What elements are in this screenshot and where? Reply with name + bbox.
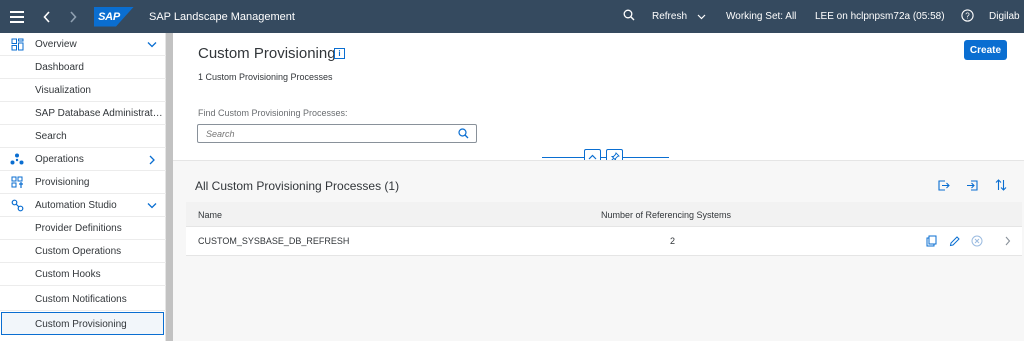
chevron-down-icon[interactable] xyxy=(147,40,157,51)
search-field[interactable] xyxy=(197,124,477,143)
main-content: Custom Provisioning i Create 1 Custom Pr… xyxy=(173,33,1024,341)
sidebar-item-custom-notifications[interactable]: Custom Notifications xyxy=(0,288,166,311)
chevron-right-icon[interactable] xyxy=(147,155,157,168)
sidebar-item-label: SAP Database Administrati... xyxy=(35,108,163,119)
sidebar-item-label: Custom Hooks xyxy=(35,269,101,280)
menu-icon[interactable] xyxy=(0,0,34,33)
cell-referencing-systems: 2 xyxy=(670,236,676,246)
sidebar-item-label: Dashboard xyxy=(35,62,84,73)
edit-icon[interactable] xyxy=(948,235,960,247)
app-title: SAP Landscape Management xyxy=(149,10,295,23)
tenant-label[interactable]: Digilab xyxy=(989,11,1020,22)
sidebar-item-provider-definitions[interactable]: Provider Definitions xyxy=(0,217,166,240)
cell-name: CUSTOM_SYSBASE_DB_REFRESH xyxy=(198,236,350,246)
sort-icon[interactable] xyxy=(994,178,1008,192)
sidebar-item-label: Custom Notifications xyxy=(35,294,127,305)
sidebar-item-label: Visualization xyxy=(35,85,91,96)
delete-icon[interactable] xyxy=(971,235,983,247)
sidebar-item-automation-studio[interactable]: Automation Studio xyxy=(0,194,166,217)
info-icon[interactable]: i xyxy=(334,48,345,59)
user-session-info[interactable]: LEE on hclpnpsm72a (05:58) xyxy=(815,11,945,22)
provisioning-icon xyxy=(10,176,24,189)
chevron-down-icon[interactable] xyxy=(147,201,157,212)
column-header-name[interactable]: Name xyxy=(198,210,222,220)
table-section: All Custom Provisioning Processes (1) Na… xyxy=(173,160,1024,341)
search-icon[interactable] xyxy=(458,128,469,142)
sidebar-item-dashboard[interactable]: Dashboard xyxy=(0,56,166,79)
svg-text:?: ? xyxy=(965,12,970,21)
sidebar-item-visualization[interactable]: Visualization xyxy=(0,79,166,102)
help-icon[interactable]: ? xyxy=(961,9,974,25)
sidebar-item-label: Custom Operations xyxy=(35,246,122,257)
sidebar-item-custom-operations[interactable]: Custom Operations xyxy=(0,240,166,263)
copy-icon[interactable] xyxy=(925,235,937,247)
sidebar-item-custom-hooks[interactable]: Custom Hooks xyxy=(0,263,166,286)
sidebar-item-provisioning[interactable]: Provisioning xyxy=(0,171,166,194)
process-count: 1 Custom Provisioning Processes xyxy=(198,72,333,82)
page-title: Custom Provisioning xyxy=(198,45,336,62)
create-button[interactable]: Create xyxy=(964,40,1007,60)
back-icon[interactable] xyxy=(34,0,60,33)
table-title: All Custom Provisioning Processes (1) xyxy=(195,179,400,193)
search-input[interactable] xyxy=(206,127,446,140)
chevron-down-icon[interactable] xyxy=(697,12,706,23)
sidebar-item-label: Provider Definitions xyxy=(35,223,122,234)
sidebar-item-overview[interactable]: Overview xyxy=(0,33,166,56)
sidebar-item-label: Provisioning xyxy=(35,177,90,188)
search-label: Find Custom Provisioning Processes: xyxy=(198,108,348,118)
working-set-selector[interactable]: Working Set: All xyxy=(726,11,796,22)
sap-logo[interactable]: SAP xyxy=(94,6,134,27)
table-row[interactable]: CUSTOM_SYSBASE_DB_REFRESH 2 xyxy=(186,227,1022,256)
refresh-button[interactable]: Refresh xyxy=(652,11,687,22)
automation-icon xyxy=(10,199,24,212)
export-icon[interactable] xyxy=(936,178,950,192)
sidebar-item-label: Automation Studio xyxy=(35,200,117,211)
column-header-referencing-systems[interactable]: Number of Referencing Systems xyxy=(601,210,731,220)
sidebar-item-label: Search xyxy=(35,131,67,142)
sidebar-scrollbar[interactable] xyxy=(166,33,173,341)
sidebar-item-custom-provisioning[interactable]: Custom Provisioning xyxy=(1,312,164,335)
sidebar-item-label: Operations xyxy=(35,154,84,165)
sidebar-item-sap-database-administration[interactable]: SAP Database Administrati... xyxy=(0,102,166,125)
overview-icon xyxy=(10,38,24,51)
sidebar-item-search[interactable]: Search xyxy=(0,125,166,148)
table-header: Name Number of Referencing Systems xyxy=(186,202,1022,227)
forward-icon[interactable] xyxy=(60,0,86,33)
operations-icon xyxy=(10,153,24,166)
shell-bar: SAP SAP Landscape Management Refresh Wor… xyxy=(0,0,1024,33)
search-icon[interactable] xyxy=(623,9,635,24)
sidebar-item-label: Custom Provisioning xyxy=(35,319,127,330)
sidebar-item-label: Overview xyxy=(35,39,77,50)
import-icon[interactable] xyxy=(965,178,979,192)
chevron-right-icon[interactable] xyxy=(1001,235,1013,247)
sidebar-item-operations[interactable]: Operations xyxy=(0,148,166,171)
